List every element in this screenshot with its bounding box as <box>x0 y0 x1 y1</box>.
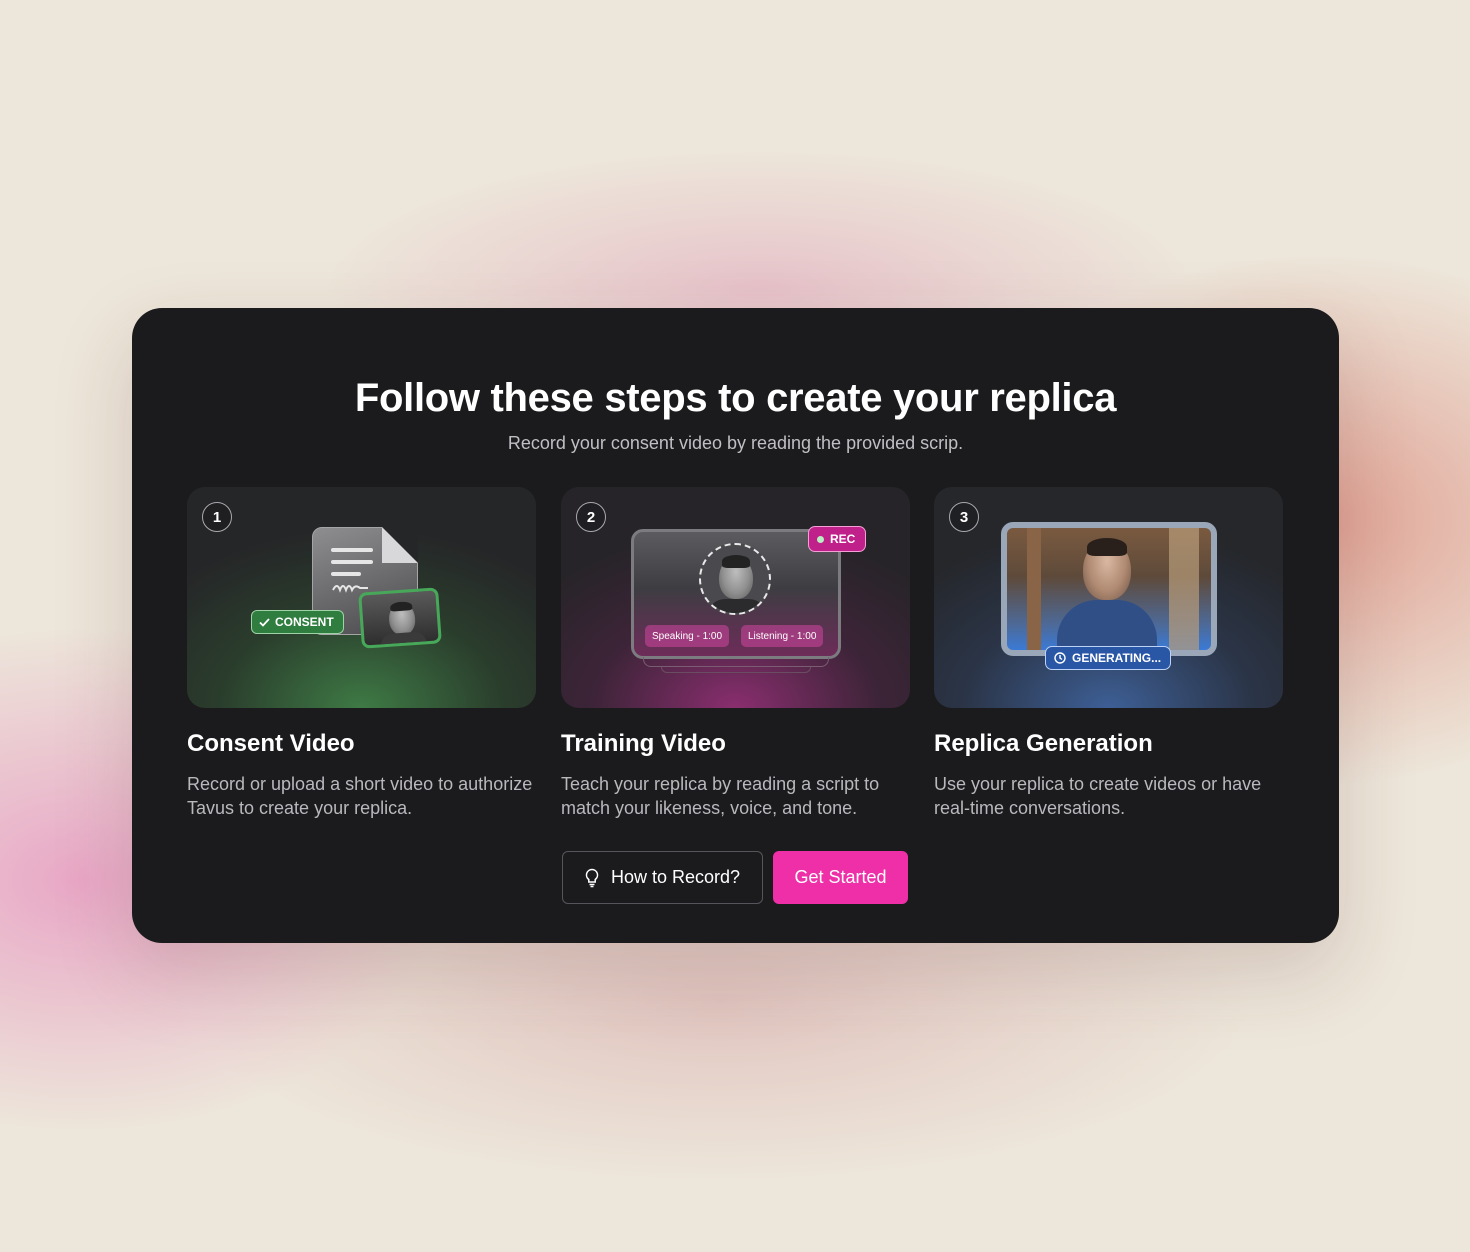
generating-badge: GENERATING... <box>1045 646 1172 670</box>
record-dot-icon <box>817 535 824 543</box>
video-thumbnail <box>358 587 442 649</box>
check-icon <box>259 617 270 627</box>
lightbulb-icon <box>585 868 599 887</box>
step-card-training: 2 REC Speaking - 1:00 Listening - 1:00 T… <box>561 487 910 820</box>
training-illustration: 2 REC Speaking - 1:00 Listening - 1:00 <box>561 487 910 708</box>
step-description: Record or upload a short video to author… <box>187 774 533 818</box>
step-title: Replica Generation <box>934 730 1153 757</box>
step-title: Consent Video <box>187 730 355 757</box>
step-card-consent: 1 CONSENT Consent Video Record or upload… <box>187 487 536 820</box>
step-number: 2 <box>576 502 606 532</box>
page-title: Follow these steps to create your replic… <box>354 376 1117 420</box>
replica-steps-panel: Follow these steps to create your replic… <box>132 308 1339 943</box>
consent-badge: CONSENT <box>251 610 344 634</box>
listening-duration: Listening - 1:00 <box>741 625 824 647</box>
step-description: Teach your replica by reading a script t… <box>561 774 880 818</box>
replica-video-frame <box>1001 522 1217 656</box>
rec-badge: REC <box>808 526 867 552</box>
get-started-button[interactable]: Get Started <box>773 851 908 904</box>
action-bar: How to Record? Get Started <box>562 851 908 904</box>
step-number: 3 <box>949 502 979 532</box>
speaking-duration: Speaking - 1:00 <box>645 625 730 647</box>
step-card-generation: 3 GENERATING... Replica Generation Use y… <box>934 487 1283 820</box>
step-description: Use your replica to create videos or hav… <box>934 774 1262 818</box>
consent-illustration: 1 CONSENT <box>187 487 536 708</box>
avatar <box>699 543 771 615</box>
step-title: Training Video <box>561 730 726 757</box>
page-subtitle: Record your consent video by reading the… <box>507 433 964 453</box>
clock-icon <box>1054 652 1066 664</box>
generation-illustration: 3 GENERATING... <box>934 487 1283 708</box>
how-to-record-label: How to Record? <box>610 867 741 887</box>
how-to-record-button[interactable]: How to Record? <box>562 851 763 904</box>
step-number: 1 <box>202 502 232 532</box>
